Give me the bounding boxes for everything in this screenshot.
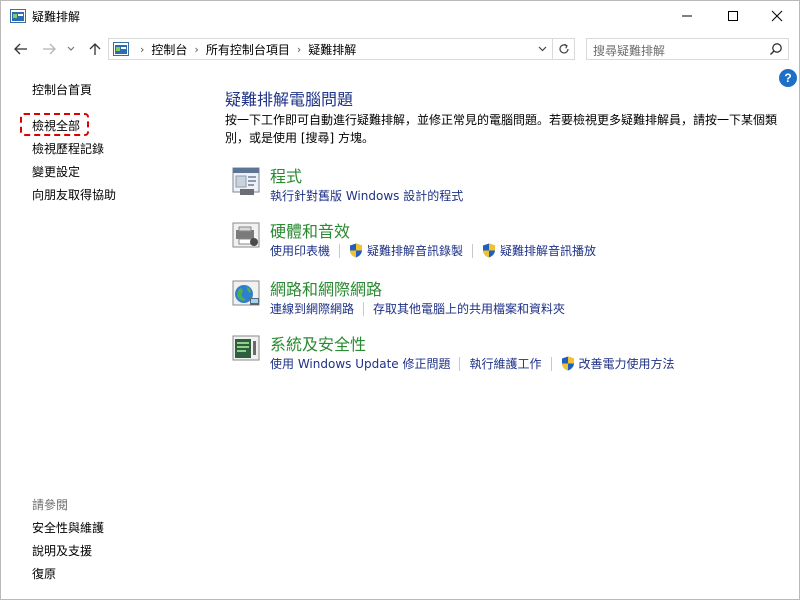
get-help-from-friend-link[interactable]: 向朋友取得協助	[32, 186, 116, 203]
category-hardware-sound: 硬體和音效 使用印表機 疑難排解音訊錄製 疑難排解音訊播放	[230, 218, 790, 268]
back-button[interactable]	[11, 39, 31, 59]
arrow-right-icon	[43, 43, 56, 55]
windows-update-fix-link[interactable]: 使用 Windows Update 修正問題	[270, 355, 450, 372]
left-pane: 控制台首頁 檢視全部 檢視歷程記錄 變更設定 向朋友取得協助 請參閱 安全性與維…	[1, 65, 201, 599]
breadcrumb-troubleshooting[interactable]: 疑難排解	[308, 41, 356, 58]
category-title-network-internet[interactable]: 網路和網際網路	[270, 276, 382, 300]
control-panel-icon	[113, 42, 129, 56]
improve-power-usage-link[interactable]: 改善電力使用方法	[579, 355, 675, 372]
arrow-left-icon	[14, 43, 27, 55]
troubleshooting-window: 疑難排解 › 控制台 › 所有控制台項目 › 疑難排解 搜尋疑難排解 ? 控制台…	[0, 0, 800, 600]
window-title: 疑難排解	[32, 10, 81, 24]
programs-icon	[232, 167, 260, 195]
uac-shield-icon	[561, 356, 574, 371]
link-separator	[550, 356, 552, 371]
run-maintenance-link[interactable]: 執行維護工作	[469, 355, 541, 372]
maximize-icon	[728, 11, 738, 21]
control-panel-home-link[interactable]: 控制台首頁	[32, 81, 92, 98]
troubleshoot-audio-recording-link[interactable]: 疑難排解音訊錄製	[367, 242, 463, 259]
address-history-button[interactable]	[533, 40, 551, 58]
network-internet-icon	[232, 280, 260, 306]
arrow-up-icon	[89, 43, 101, 55]
minimize-icon	[682, 15, 692, 17]
search-box[interactable]: 搜尋疑難排解	[586, 38, 789, 60]
troubleshoot-audio-playback-link[interactable]: 疑難排解音訊播放	[500, 242, 596, 259]
category-links-hardware-sound: 使用印表機 疑難排解音訊錄製 疑難排解音訊播放	[270, 242, 596, 259]
hardware-sound-icon	[232, 222, 260, 248]
search-icon[interactable]	[769, 42, 783, 56]
link-separator	[339, 243, 341, 258]
page-title: 疑難排解電腦問題	[225, 90, 354, 109]
address-bar[interactable]: › 控制台 › 所有控制台項目 › 疑難排解	[108, 38, 553, 60]
help-support-link[interactable]: 說明及支援	[32, 542, 92, 559]
search-input[interactable]: 搜尋疑難排解	[593, 42, 665, 59]
minimize-button[interactable]	[664, 1, 710, 31]
link-separator	[363, 301, 365, 316]
security-maintenance-link[interactable]: 安全性與維護	[32, 519, 104, 536]
recovery-link[interactable]: 復原	[32, 565, 56, 582]
category-system-security: 系統及安全性 使用 Windows Update 修正問題 執行維護工作 改善電…	[230, 331, 790, 381]
forward-button[interactable]	[39, 39, 59, 59]
maximize-button[interactable]	[710, 1, 756, 31]
change-settings-link[interactable]: 變更設定	[32, 163, 80, 180]
question-mark-icon: ?	[784, 71, 792, 85]
chevron-right-icon[interactable]: ›	[194, 43, 198, 56]
chevron-right-icon[interactable]: ›	[140, 43, 144, 56]
system-security-icon	[232, 335, 260, 361]
connect-to-internet-link[interactable]: 連線到網際網路	[270, 300, 354, 317]
chevron-down-icon	[538, 46, 546, 52]
view-history-link[interactable]: 檢視歷程記錄	[32, 140, 104, 157]
breadcrumb-all-items[interactable]: 所有控制台項目	[206, 41, 290, 58]
category-links-network-internet: 連線到網際網路 存取其他電腦上的共用檔案和資料夾	[270, 300, 565, 317]
close-button[interactable]	[754, 1, 800, 31]
category-network-internet: 網路和網際網路 連線到網際網路 存取其他電腦上的共用檔案和資料夾	[230, 276, 790, 326]
control-panel-icon	[10, 9, 26, 23]
view-all-link[interactable]: 檢視全部	[32, 117, 80, 134]
category-title-programs[interactable]: 程式	[270, 163, 302, 187]
category-title-hardware-sound[interactable]: 硬體和音效	[270, 218, 350, 242]
link-separator	[459, 356, 461, 371]
page-description: 按一下工作即可自動進行疑難排解，並修正常見的電腦問題。若要檢視更多疑難排解員，請…	[225, 113, 778, 145]
close-icon	[771, 10, 783, 22]
navigation-bar: › 控制台 › 所有控制台項目 › 疑難排解 搜尋疑難排解	[1, 33, 799, 65]
access-shared-files-link[interactable]: 存取其他電腦上的共用檔案和資料夾	[373, 300, 565, 317]
refresh-button[interactable]	[553, 38, 575, 60]
up-button[interactable]	[85, 39, 105, 59]
category-programs: 程式 執行針對舊版 Windows 設計的程式	[230, 163, 790, 213]
category-title-system-security[interactable]: 系統及安全性	[270, 331, 366, 355]
category-links-system-security: 使用 Windows Update 修正問題 執行維護工作 改善電力使用方法	[270, 355, 675, 372]
chevron-down-icon	[67, 46, 75, 51]
title-bar: 疑難排解	[1, 1, 799, 31]
see-also-heading: 請參閱	[32, 498, 69, 512]
run-legacy-programs-link[interactable]: 執行針對舊版 Windows 設計的程式	[270, 187, 463, 204]
recent-locations-button[interactable]	[64, 39, 78, 59]
use-printer-link[interactable]: 使用印表機	[270, 242, 330, 259]
help-button[interactable]: ?	[779, 69, 797, 87]
refresh-icon	[558, 43, 569, 54]
uac-shield-icon	[483, 243, 496, 258]
category-links-programs: 執行針對舊版 Windows 設計的程式	[270, 187, 463, 204]
breadcrumb: › 控制台 › 所有控制台項目 › 疑難排解	[133, 39, 356, 59]
chevron-right-icon[interactable]: ›	[297, 43, 301, 56]
breadcrumb-control-panel[interactable]: 控制台	[151, 41, 187, 58]
uac-shield-icon	[350, 243, 363, 258]
link-separator	[472, 243, 474, 258]
